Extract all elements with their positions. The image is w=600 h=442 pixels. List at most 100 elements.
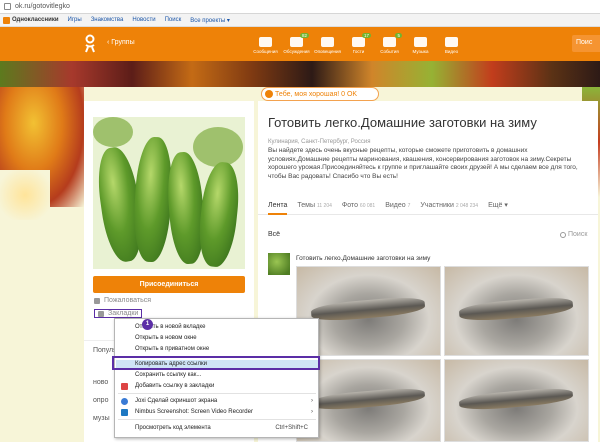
menu-joxi[interactable]: Joxi Сделай скриншот экрана › (115, 396, 320, 407)
bookmark-games[interactable]: Игры (68, 17, 82, 23)
tab-count: 7 (407, 202, 411, 209)
submenu-arrow-icon: › (311, 398, 313, 404)
join-group-button[interactable]: Присоединиться (93, 276, 245, 293)
count-badge: 5 (395, 33, 402, 38)
gift-banner-pill[interactable]: Тебе, моя хорошая! 0 OK (261, 87, 379, 101)
tab-count: 60 081 (359, 202, 376, 209)
search-button[interactable]: Поис (572, 35, 600, 52)
complain-link[interactable]: Пожаловаться (94, 297, 151, 304)
post-title[interactable]: Готовить легко.Домашние заготовки на зим… (296, 255, 430, 262)
nav-icons: Сообщения 82 Обсуждения Оповещения 17 Гост… (250, 29, 467, 59)
bookmark-search[interactable]: Поиск (165, 17, 182, 23)
fish-shape (458, 385, 575, 412)
url-text[interactable]: ok.ru/gotovitlegko (15, 3, 70, 10)
ok-icon (3, 16, 10, 24)
menu-nimbus[interactable]: Nimbus Screenshot: Screen Video Recorder… (115, 407, 320, 418)
tab-label: Темы (297, 201, 315, 209)
menu-save-link-as[interactable]: Сохранить ссылку как... (115, 370, 320, 381)
menu-shortcut: Ctrl+Shift+C (275, 425, 308, 431)
menu-label: Joxi Сделай скриншот экрана (135, 398, 218, 404)
glyph (383, 37, 396, 47)
menu-open-private-window[interactable]: Открыть в приватном окне (115, 344, 320, 355)
bookmark-odnoklassniki[interactable]: Одноклассники (3, 16, 59, 24)
notifications-icon[interactable]: Оповещения (312, 29, 343, 59)
group-title: Готовить легко.Домашние заготовки на зим… (268, 115, 537, 130)
search-icon (560, 231, 566, 238)
fish-shape (310, 385, 427, 412)
group-tabs: Лента Темы 11 204 Фото 60 081 Видео 7 Уч… (258, 196, 598, 215)
bookmark-dating[interactable]: Знакомства (91, 17, 124, 23)
fruit-banner (0, 61, 600, 87)
joxi-icon (121, 398, 128, 405)
leaf (93, 117, 133, 147)
tab-topics[interactable]: Темы 11 204 (297, 202, 332, 209)
back-to-groups-link[interactable]: ‹ Группы (107, 39, 135, 46)
glyph (290, 37, 303, 47)
nav-label: Гости (352, 49, 365, 54)
bookmarks-link[interactable]: Закладки (94, 309, 143, 318)
step-badge: 1 (142, 319, 153, 330)
nav-label: Видео (444, 49, 459, 54)
ok-coin-icon (265, 90, 273, 98)
complain-label: Пожаловаться (104, 297, 152, 304)
tab-label: Участники (420, 201, 454, 209)
tab-photos[interactable]: Фото 60 081 (342, 202, 375, 209)
menu-label: Сохранить ссылку как... (135, 372, 202, 378)
feed-search-label: Поиск (568, 231, 588, 238)
menu-open-new-window[interactable]: Открыть в новом окне (115, 333, 320, 344)
menu-bookmark-link[interactable]: Добавить ссылку в закладки (115, 381, 320, 392)
video-icon[interactable]: Видео (436, 29, 467, 59)
events-icon[interactable]: 5 События (374, 29, 405, 59)
fish-shape (458, 295, 575, 323)
group-meta: Кулинария, Санкт-Петербург, Россия (268, 139, 371, 145)
bookmarks-label: Закладки (108, 310, 139, 317)
tab-count: 2 048 234 (455, 202, 479, 209)
glyph (445, 37, 458, 47)
tab-label: Ещё ▾ (488, 202, 508, 209)
menu-inspect-element[interactable]: Просмотреть код элемента Ctrl+Shift+C (115, 423, 320, 434)
tab-count: 11 204 (316, 202, 332, 209)
group-avatar-photo[interactable] (93, 117, 245, 269)
address-bar[interactable]: ok.ru/gotovitlegko (0, 0, 600, 14)
post-author-avatar[interactable] (268, 253, 290, 275)
menu-label: Nimbus Screenshot: Screen Video Recorder (135, 409, 253, 415)
ok-logo-icon[interactable] (84, 34, 96, 54)
post-photo[interactable] (444, 359, 589, 442)
discussions-icon[interactable]: 82 Обсуждения (281, 29, 312, 59)
tab-label: Видео (385, 201, 406, 209)
messages-icon[interactable]: Сообщения (250, 29, 281, 59)
bookmark-label: Одноклассники (12, 17, 59, 23)
context-menu: Открыть в новой вкладке Открыть в новом … (114, 318, 319, 438)
bookmark-all-projects[interactable]: Все проекты ▾ (190, 17, 230, 24)
menu-separator (118, 393, 316, 394)
annotation-highlight-frame (112, 356, 320, 370)
guests-icon[interactable]: 17 Гости (343, 29, 374, 59)
feed-search[interactable]: Поиск (560, 231, 587, 238)
tab-more[interactable]: Ещё ▾ (488, 201, 508, 209)
page-icon (4, 3, 11, 10)
nav-label: Сообщения (253, 49, 278, 54)
top-navigation: ‹ Группы Сообщения 82 Обсуждения Оповещен… (0, 27, 600, 61)
music-icon[interactable]: Музыка (405, 29, 436, 59)
bookmarks-bar: Одноклассники Игры Знакомства Новости По… (0, 14, 600, 27)
tab-label: Фото (341, 201, 358, 209)
popular-item[interactable]: музы (93, 415, 110, 422)
bookmark-icon (98, 310, 104, 317)
popular-item[interactable]: ново (93, 379, 108, 386)
feed-filter-all[interactable]: Всё (268, 231, 280, 238)
menu-label: Открыть в новом окне (135, 335, 197, 341)
menu-label: Просмотреть код элемента (135, 425, 211, 431)
menu-separator (118, 419, 316, 420)
menu-label: Открыть в приватном окне (135, 346, 210, 352)
tab-members[interactable]: Участники 2 048 234 (420, 202, 478, 209)
bookmark-news[interactable]: Новости (132, 17, 155, 23)
tab-feed[interactable]: Лента (268, 202, 288, 215)
leaf (193, 127, 243, 167)
popular-item[interactable]: опро (93, 397, 108, 404)
nav-label: Обсуждения (283, 49, 310, 54)
warning-icon (94, 297, 100, 304)
tab-videos[interactable]: Видео 7 (385, 202, 410, 209)
glyph (414, 37, 427, 47)
post-photo[interactable] (444, 266, 589, 356)
glyph (352, 37, 365, 47)
